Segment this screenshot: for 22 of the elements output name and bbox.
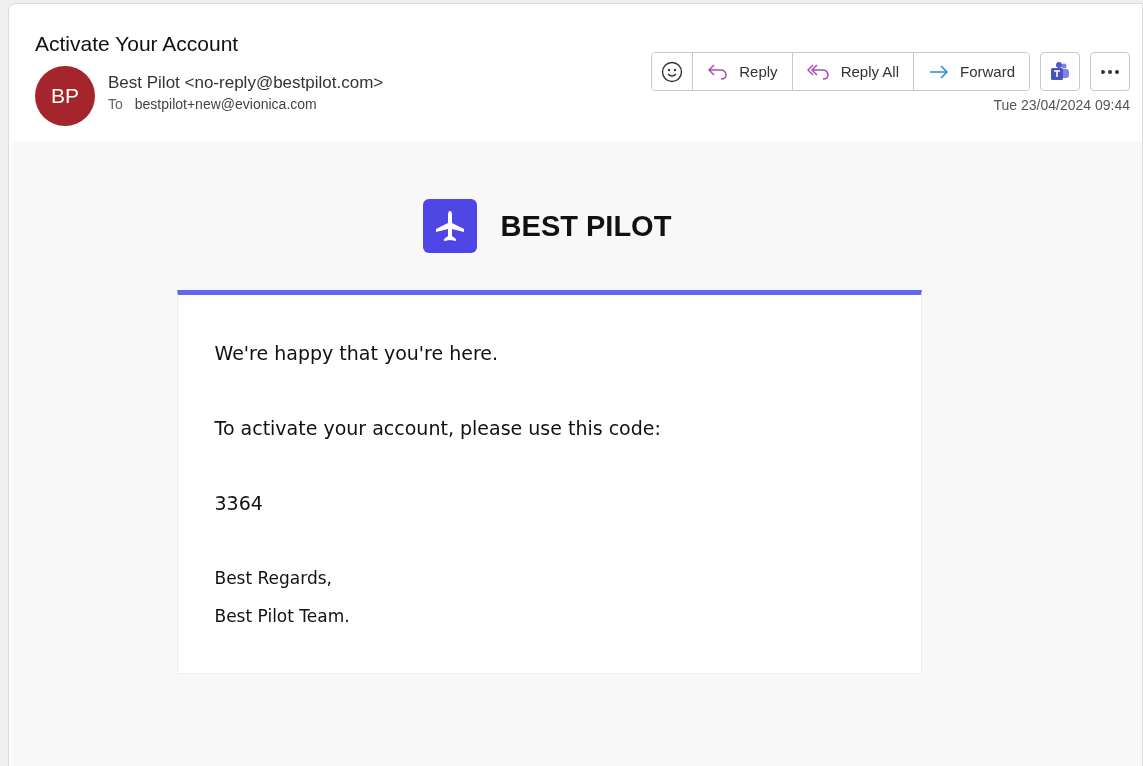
message-text: To activate your account, please use this code: <box>214 417 662 439</box>
message-text: 3364 <box>214 492 264 514</box>
more-options-button[interactable] <box>1090 52 1130 91</box>
airplane-logo-icon <box>422 199 477 253</box>
reply-arrow-icon <box>707 62 730 81</box>
ellipsis-icon <box>1100 68 1120 75</box>
teams-icon <box>1049 60 1071 83</box>
signature-text: Best Pilot Team. <box>214 605 351 628</box>
sender-name: Best Pilot <no-reply@bestpilot.com> <box>108 73 384 93</box>
forward-button[interactable]: Forward <box>913 53 1029 90</box>
email-subject: Activate Your Account <box>35 32 240 56</box>
sender-avatar: BP <box>35 66 95 126</box>
forward-arrow-icon <box>928 62 950 81</box>
brand-name: BEST PILOT <box>500 209 672 243</box>
reply-all-arrow-icon <box>806 62 831 81</box>
recipient-address: bestpilot+new@evionica.com <box>134 96 317 112</box>
smiley-icon <box>661 60 684 83</box>
signature-text: Best Regards, <box>214 567 333 590</box>
message-text: We're happy that you're here. <box>214 342 500 364</box>
to-label: To <box>108 96 123 112</box>
teams-button[interactable] <box>1040 52 1080 91</box>
received-date: Tue 23/04/2024 09:44 <box>993 97 1130 113</box>
